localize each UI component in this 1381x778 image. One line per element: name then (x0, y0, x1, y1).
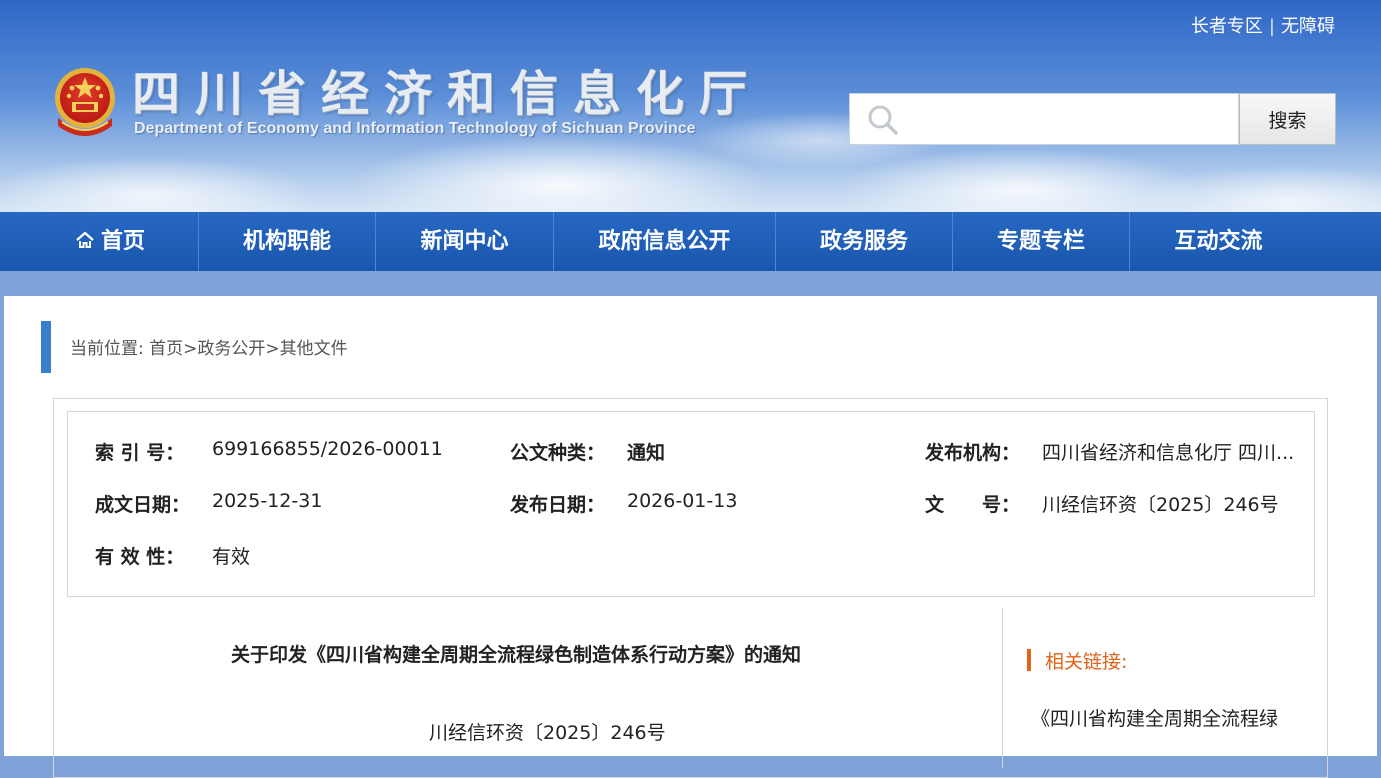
nav-item-special-topics[interactable]: 专题专栏 (953, 212, 1130, 271)
related-link[interactable]: 《四川省构建全周期全流程绿 (1031, 704, 1278, 731)
site-subtitle: Department of Economy and Information Te… (134, 120, 696, 137)
related-accent-bar (1027, 649, 1031, 671)
meta-docno-label: 文 号： (925, 494, 1021, 516)
search-button[interactable]: 搜索 (1239, 93, 1336, 145)
nav-item-news[interactable]: 新闻中心 (376, 212, 554, 271)
search-box (849, 93, 1239, 145)
home-icon (76, 231, 94, 248)
meta-publish-date-value: 2026-01-13 (627, 490, 738, 512)
national-emblem-icon[interactable] (52, 66, 118, 138)
top-link-separator: | (1268, 16, 1275, 37)
search-icon (868, 105, 898, 135)
elderly-zone-link[interactable]: 长者专区 (1191, 12, 1263, 38)
nav-item-gov-info[interactable]: 政府信息公开 (554, 212, 776, 271)
document-title: 关于印发《四川省构建全周期全流程绿色制造体系行动方案》的通知 (231, 644, 802, 666)
meta-publish-date-label: 发布日期： (510, 494, 606, 516)
search-input[interactable] (908, 102, 1232, 138)
nav-item-home[interactable]: 首页 (22, 212, 199, 271)
document-number: 川经信环资〔2025〕246号 (429, 722, 666, 744)
main-nav: 首页 机构职能 新闻中心 政府信息公开 政务服务 专题专栏 互动交流 (0, 212, 1381, 271)
document-meta-box: 索 引 号： 699166855/2026-00011 公文种类： 通知 发布机… (67, 411, 1315, 597)
meta-docno-value: 川经信环资〔2025〕246号 (1042, 494, 1279, 516)
meta-validity-label: 有 效 性： (95, 546, 185, 568)
breadcrumb-accent-bar (41, 321, 51, 373)
content-area: 当前位置: 首页>政务公开>其他文件 索 引 号： 699166855/2026… (4, 296, 1377, 778)
meta-doctype-label: 公文种类： (510, 442, 606, 464)
breadcrumb[interactable]: 当前位置: 首页>政务公开>其他文件 (70, 334, 348, 359)
nav-item-organization[interactable]: 机构职能 (199, 212, 376, 271)
meta-written-date-value: 2025-12-31 (212, 490, 323, 512)
site-header: 长者专区 | 无障碍 四川省经济和信息化厅 Department of Econom… (0, 0, 1381, 212)
meta-publisher-label: 发布机构： (925, 442, 1021, 464)
related-links-title: 相关链接: (1045, 651, 1128, 673)
accessibility-link[interactable]: 无障碍 (1281, 12, 1335, 38)
meta-doctype-value: 通知 (627, 442, 666, 464)
nav-item-interaction[interactable]: 互动交流 (1130, 212, 1307, 271)
nav-label-home: 首页 (100, 229, 145, 254)
top-links: 长者专区 | 无障碍 (1191, 12, 1335, 38)
nav-item-gov-services[interactable]: 政务服务 (776, 212, 953, 271)
meta-validity-value: 有效 (212, 546, 251, 568)
meta-index-label: 索 引 号： (95, 442, 185, 464)
site-title[interactable]: 四川省经济和信息化厅 (132, 66, 762, 122)
meta-publisher-value: 四川省经济和信息化厅 四川... (1042, 442, 1295, 464)
column-divider (1002, 608, 1003, 768)
meta-written-date-label: 成文日期： (95, 494, 191, 516)
meta-index-value: 699166855/2026-00011 (212, 438, 443, 460)
